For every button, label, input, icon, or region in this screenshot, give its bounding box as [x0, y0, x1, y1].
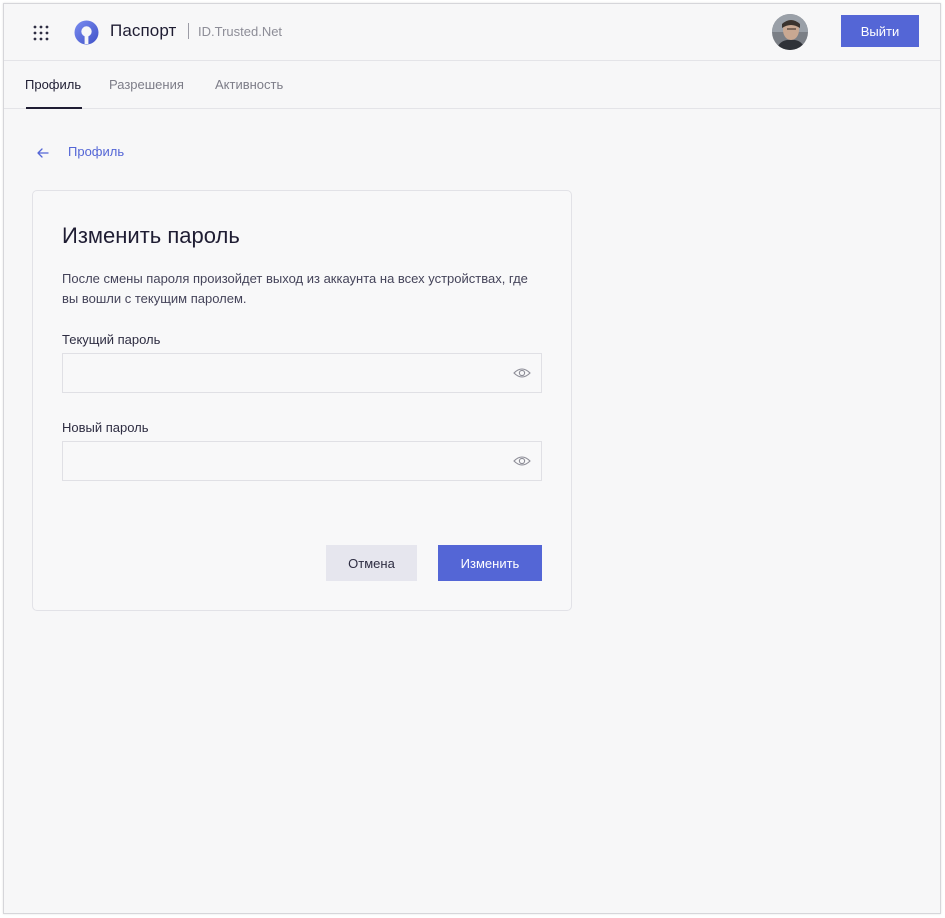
avatar[interactable]: [772, 14, 808, 50]
new-password-label: Новый пароль: [62, 420, 149, 435]
current-password-field: [62, 353, 542, 393]
brand-divider: [188, 23, 189, 39]
grid-icon[interactable]: [33, 25, 49, 41]
passport-logo-icon: [74, 20, 99, 45]
brand-name: Паспорт: [110, 21, 177, 40]
top-bar: Паспорт ID.Trusted.Net Выйти: [4, 4, 940, 61]
tab-permissions[interactable]: Разрешения: [109, 77, 184, 92]
user-photo-icon: [772, 14, 808, 50]
eye-icon[interactable]: [513, 365, 531, 381]
app-window: Паспорт ID.Trusted.Net Выйти Профиль Раз…: [3, 3, 941, 914]
arrow-left-icon: [37, 148, 49, 158]
cancel-button[interactable]: Отмена: [326, 545, 417, 581]
new-password-field: [62, 441, 542, 481]
change-password-card: Изменить пароль После смены пароля произ…: [32, 190, 572, 611]
page-title: Изменить пароль: [62, 223, 240, 248]
logout-button[interactable]: Выйти: [841, 15, 919, 47]
brand-subtitle: ID.Trusted.Net: [198, 24, 283, 39]
eye-icon[interactable]: [513, 453, 531, 469]
active-tab-indicator: [26, 107, 82, 109]
change-password-button[interactable]: Изменить: [438, 545, 542, 581]
breadcrumb-label: Профиль: [68, 144, 125, 159]
profile-tabs: Профиль Разрешения Активность: [4, 61, 940, 109]
new-password-input[interactable]: [63, 442, 503, 480]
tab-activity[interactable]: Активность: [215, 77, 283, 92]
card-description: После смены пароля произойдет выход из а…: [62, 271, 528, 306]
current-password-label: Текущий пароль: [62, 332, 161, 347]
current-password-input[interactable]: [63, 354, 503, 392]
tab-profile[interactable]: Профиль: [25, 77, 81, 92]
